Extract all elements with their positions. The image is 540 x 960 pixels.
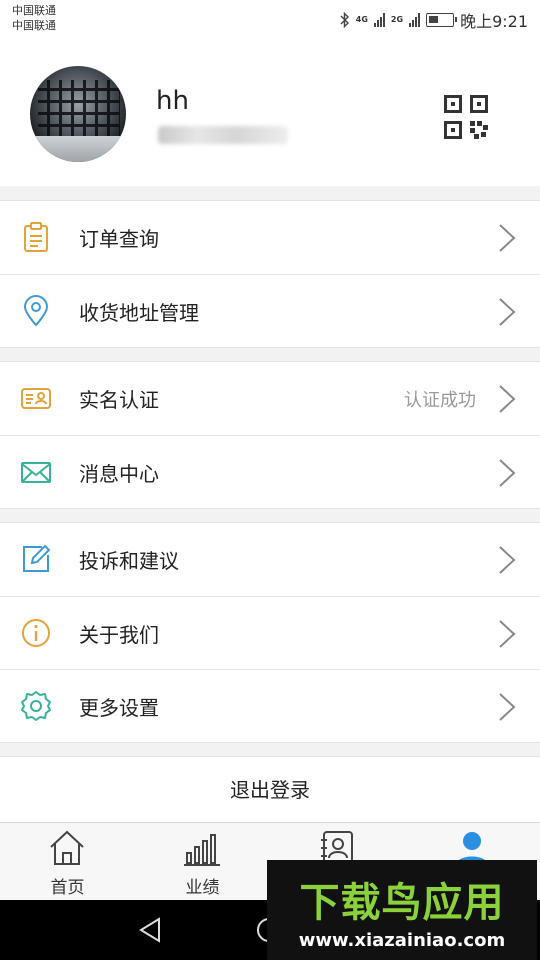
- menu-label-feedback: 投诉和建议: [79, 549, 179, 573]
- tab-home[interactable]: 首页: [0, 823, 135, 901]
- chevron-right-icon: [499, 298, 516, 326]
- chevron-right-icon: [499, 224, 516, 252]
- network-2g-label: 2G: [390, 15, 404, 24]
- battery-fill: [429, 16, 439, 23]
- menu-label-settings: 更多设置: [79, 695, 159, 720]
- status-bar: 中国联通 中国联通 4G 2G 晚上9:21: [0, 0, 540, 38]
- status-icons: 4G 2G 晚上9:21: [340, 8, 528, 32]
- watermark-title: 下载鸟应用: [299, 880, 505, 926]
- gear-icon: [21, 691, 51, 721]
- carrier-2: 中国联通: [12, 19, 56, 32]
- location-icon: [23, 295, 49, 327]
- clock: 晚上9:21: [460, 12, 528, 31]
- qr-code-icon[interactable]: [444, 95, 488, 139]
- menu-item-settings[interactable]: 更多设置: [0, 669, 540, 742]
- order-icon: [24, 222, 48, 252]
- menu-group-1: 订单查询 收货地址管理: [0, 200, 540, 348]
- menu-label-verification: 实名认证: [79, 388, 159, 412]
- mail-icon: [21, 462, 51, 483]
- chevron-right-icon: [499, 546, 516, 574]
- avatar[interactable]: [30, 66, 126, 162]
- menu-item-messages[interactable]: 消息中心: [0, 435, 540, 508]
- chevron-right-icon: [499, 693, 516, 721]
- carrier-1: 中国联通: [12, 4, 56, 17]
- network-4g-label: 4G: [355, 15, 368, 24]
- avatar-laptop-base: [30, 136, 126, 162]
- menu-label-about: 关于我们: [79, 622, 159, 647]
- signal-icon-2: [409, 13, 421, 27]
- watermark: 下载鸟应用 www.xiazainiao.com: [267, 860, 537, 960]
- menu-label-orders: 订单查询: [79, 227, 159, 251]
- menu-item-feedback[interactable]: 投诉和建议: [0, 523, 540, 596]
- battery-icon: [426, 13, 458, 27]
- menu-label-address: 收货地址管理: [79, 300, 199, 325]
- menu-item-address[interactable]: 收货地址管理: [0, 274, 540, 347]
- tab-performance-label: 业绩: [185, 878, 220, 898]
- menu-group-2: 实名认证 认证成功 消息中心: [0, 361, 540, 509]
- menu-group-3: 投诉和建议 关于我们 更多设置: [0, 522, 540, 743]
- tab-home-label: 首页: [50, 878, 85, 898]
- bluetooth-icon: [340, 12, 349, 28]
- chevron-right-icon: [499, 620, 516, 648]
- screen: 中国联通 中国联通 4G 2G 晚上9:21 hh 订单查询 收货地址管理 实名…: [0, 0, 540, 960]
- chevron-right-icon: [499, 385, 516, 413]
- menu-item-verification[interactable]: 实名认证 认证成功: [0, 362, 540, 435]
- menu-label-messages: 消息中心: [79, 461, 159, 486]
- chevron-right-icon: [499, 459, 516, 487]
- id-card-icon: [21, 388, 51, 409]
- avatar-keyboard-image: [38, 80, 120, 136]
- edit-icon: [23, 544, 51, 572]
- watermark-url: www.xiazainiao.com: [298, 930, 506, 951]
- menu-item-about[interactable]: 关于我们: [0, 596, 540, 669]
- phone-number-blurred: [158, 126, 288, 144]
- tab-performance[interactable]: 业绩: [135, 823, 270, 901]
- info-icon: [22, 619, 50, 647]
- back-icon[interactable]: [138, 917, 162, 943]
- profile-header[interactable]: hh: [0, 38, 540, 186]
- bar-chart-icon: [184, 834, 220, 866]
- carrier-info: 中国联通 中国联通: [12, 3, 56, 33]
- menu-item-orders[interactable]: 订单查询: [0, 201, 540, 274]
- verification-status: 认证成功: [404, 389, 476, 411]
- home-icon: [50, 830, 84, 865]
- username: hh: [156, 86, 189, 116]
- signal-icon-1: [373, 13, 385, 27]
- logout-button[interactable]: 退出登录: [0, 756, 540, 822]
